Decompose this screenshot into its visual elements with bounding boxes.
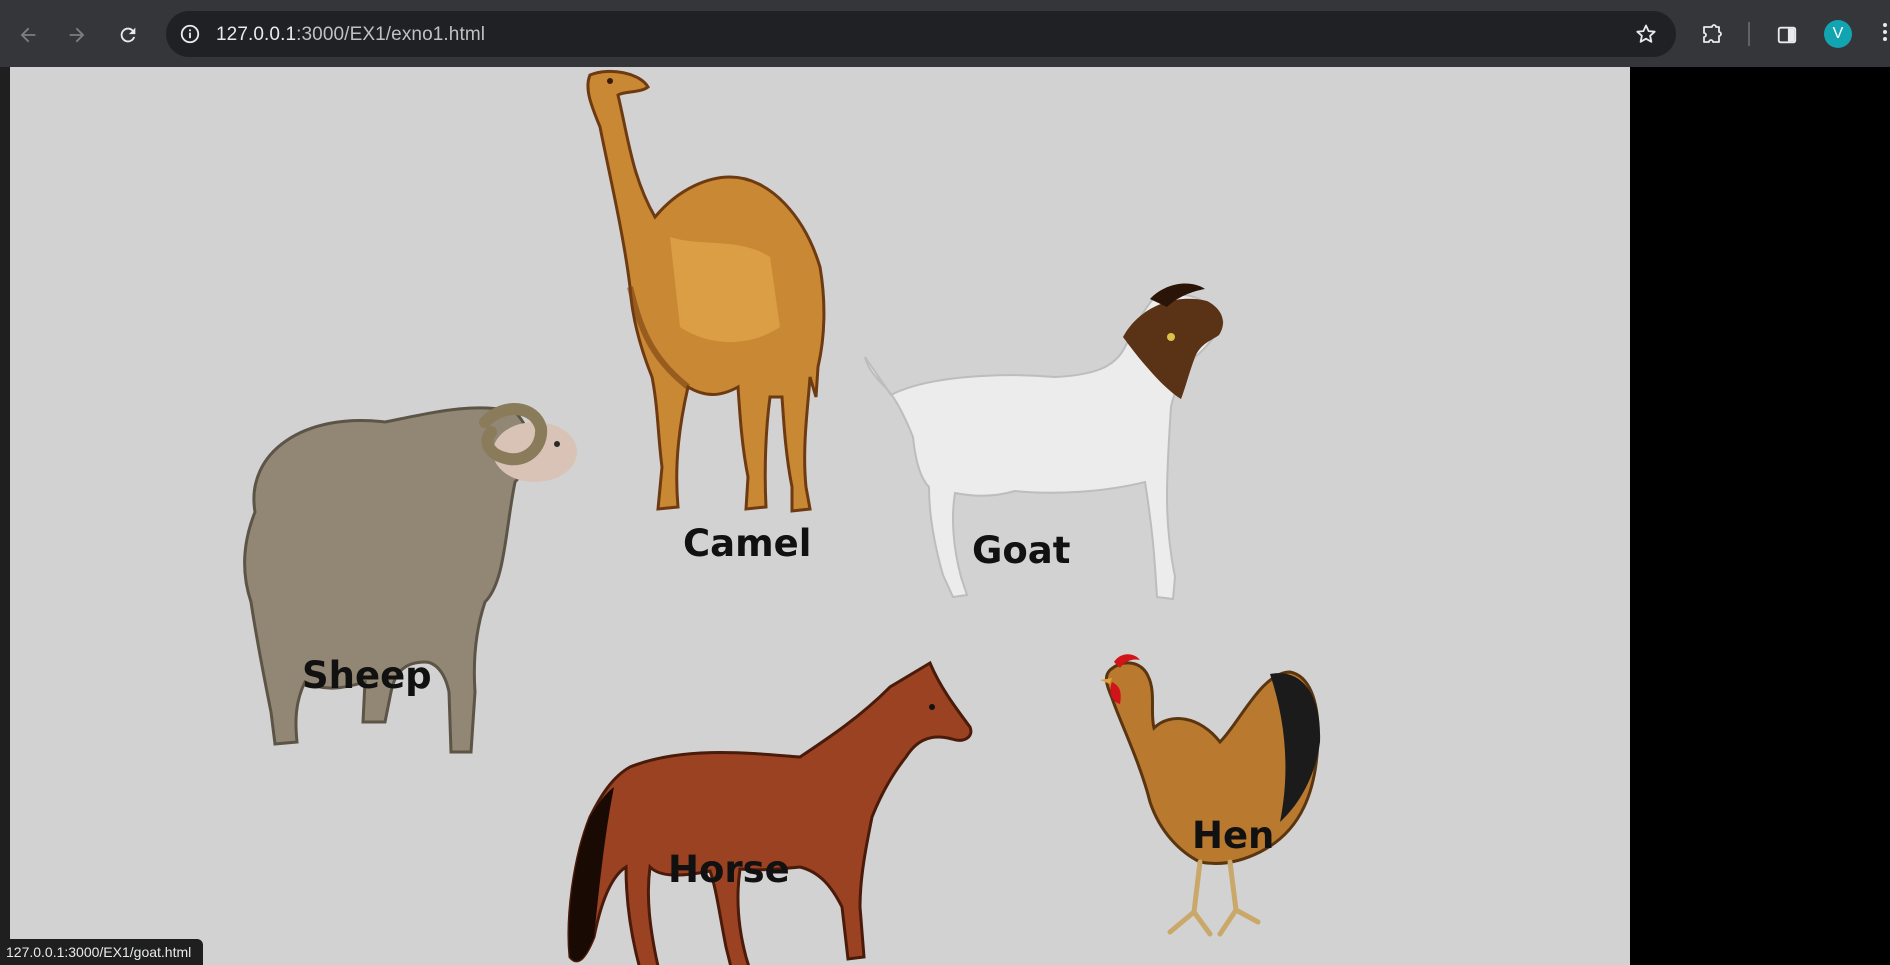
side-panel-button[interactable] [1769, 17, 1805, 53]
site-info-button[interactable] [176, 20, 204, 48]
extensions-button[interactable] [1694, 17, 1730, 53]
star-icon [1636, 24, 1656, 43]
forward-button[interactable] [59, 17, 95, 53]
arrow-left-icon [20, 27, 36, 43]
url-host: 127.0.0.1 [216, 24, 297, 45]
sheep-label: Sheep [302, 654, 432, 697]
toolbar-divider [1748, 22, 1750, 46]
profile-avatar[interactable]: V [1824, 20, 1852, 48]
reload-button[interactable] [110, 17, 146, 53]
info-icon [180, 24, 200, 44]
page-viewport: Camel Goat Sheep Horse Hen [0, 67, 1890, 965]
camel-link[interactable] [570, 67, 840, 522]
url-path: :3000/EX1/exno1.html [296, 24, 486, 45]
animals-image-map: Camel Goat Sheep Horse Hen [10, 67, 1630, 965]
camel-label: Camel [683, 522, 812, 565]
puzzle-icon [1703, 24, 1722, 43]
menu-button[interactable] [1880, 20, 1890, 48]
horse-label: Horse [668, 848, 790, 891]
camel-icon [586, 69, 826, 513]
goat-label: Goat [972, 529, 1071, 572]
reload-icon [120, 27, 136, 43]
sheep-link[interactable] [235, 392, 585, 767]
hen-label: Hen [1192, 814, 1275, 857]
back-button[interactable] [10, 17, 46, 53]
hen-icon [1100, 654, 1321, 937]
browser-toolbar: 127.0.0.1:3000/EX1/exno1.html V [0, 0, 1890, 67]
horse-icon [567, 660, 973, 965]
sheep-icon [243, 403, 577, 754]
side-panel-icon [1777, 26, 1797, 44]
left-gutter [0, 67, 10, 965]
arrow-right-icon [69, 27, 85, 43]
bookmark-button[interactable] [1632, 20, 1660, 48]
horse-link[interactable] [560, 657, 980, 965]
address-bar[interactable]: 127.0.0.1:3000/EX1/exno1.html [166, 11, 1676, 57]
status-bar-url: 127.0.0.1:3000/EX1/goat.html [0, 939, 204, 965]
url-text[interactable]: 127.0.0.1:3000/EX1/exno1.html [216, 24, 485, 46]
hen-link[interactable] [1090, 652, 1330, 957]
three-dots-icon [1880, 23, 1890, 41]
